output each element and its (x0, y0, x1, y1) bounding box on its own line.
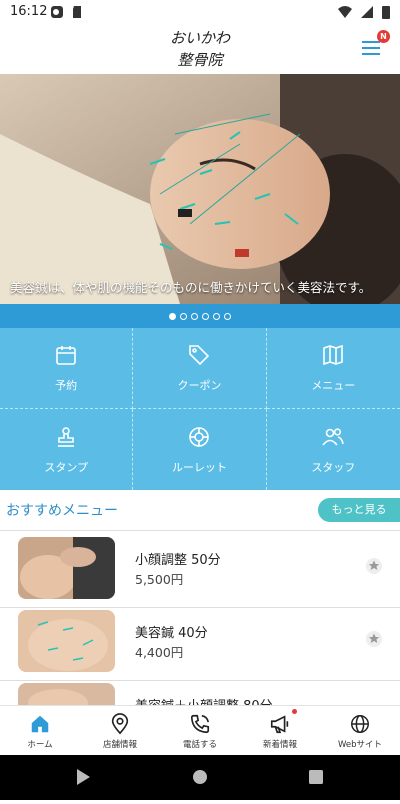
home-system-icon[interactable] (193, 770, 207, 784)
back-icon[interactable] (77, 769, 90, 785)
menu-item-name: 美容鍼 40分 (135, 626, 208, 641)
svg-text:整骨院: 整骨院 (177, 51, 224, 69)
map-icon (323, 344, 344, 366)
menu-item-price: 4,400円 (135, 645, 184, 660)
bottom-navigation: ホーム 店舗情報 電話する 新着情報 Webサイト (0, 705, 400, 756)
recommended-header: おすすめメニュー もっと見る (0, 490, 400, 531)
favorite-star-icon[interactable] (366, 558, 382, 574)
calendar-icon (56, 346, 76, 365)
carousel-dot[interactable] (224, 312, 231, 320)
see-more-button[interactable]: もっと見る (318, 498, 400, 522)
sd-card-icon (73, 6, 81, 18)
status-bar: 16:12 (0, 0, 400, 24)
megaphone-icon (270, 714, 289, 733)
grid-item-coupon[interactable]: クーポン (133, 328, 267, 409)
battery-icon (382, 6, 390, 19)
hamburger-menu-button[interactable]: N (360, 30, 390, 60)
grid-item-label: メニュー (311, 379, 356, 392)
grid-item-roulette[interactable]: ルーレット (133, 409, 267, 490)
nav-label: 店舗情報 (102, 739, 137, 750)
grid-item-label: スタッフ (311, 460, 356, 474)
carousel-dot[interactable] (202, 312, 209, 320)
nav-store-info[interactable]: 店舗情報 (80, 706, 160, 756)
nav-label: 新着情報 (262, 739, 297, 750)
menu-list-item[interactable]: 美容鍼 40分 4,400円 (0, 604, 400, 681)
nav-website[interactable]: Webサイト (320, 706, 400, 756)
grid-item-menu[interactable]: メニュー (266, 328, 400, 409)
stamp-icon (58, 426, 75, 447)
grid-item-label: ルーレット (171, 460, 227, 474)
hero-banner[interactable]: 美容鍼は、体や肌の機能そのものに働きかけていく美容法です。 (0, 74, 400, 304)
nav-news[interactable]: 新着情報 (240, 706, 320, 756)
hero-caption: 美容鍼は、体や肌の機能そのものに働きかけていく美容法です。 (10, 280, 372, 295)
nav-call[interactable]: 電話する (160, 706, 240, 756)
menu-item-name: 小顔調整 50分 (135, 553, 221, 568)
svg-text:おいかわ: おいかわ (170, 29, 231, 47)
menu-list-item[interactable]: 小顔調整 50分 5,500円 (0, 531, 400, 608)
feature-grid: 予約 クーポン メニュー スタンプ ルーレット スタッフ (0, 328, 400, 490)
grid-item-label: スタンプ (44, 460, 88, 474)
location-icon (111, 712, 129, 734)
new-badge: N (377, 30, 390, 43)
grid-item-label: クーポン (177, 379, 222, 392)
home-icon (31, 715, 49, 732)
users-icon (322, 427, 345, 446)
hero-photo (0, 74, 400, 304)
carousel-dot[interactable] (213, 312, 220, 320)
grid-item-reservation[interactable]: 予約 (0, 328, 134, 409)
menu-thumbnail (18, 537, 115, 599)
tag-icon (189, 345, 210, 366)
signal-icon (361, 6, 373, 18)
grid-item-staff[interactable]: スタッフ (267, 409, 400, 490)
favorite-star-icon[interactable] (366, 631, 382, 647)
grid-item-stamp[interactable]: スタンプ (0, 409, 134, 490)
carousel-dot[interactable] (180, 312, 187, 320)
carousel-dot[interactable] (191, 312, 198, 320)
status-time: 16:12 (10, 4, 48, 19)
carousel-indicator (0, 304, 400, 328)
menu-item-price: 5,500円 (135, 572, 184, 587)
section-title: おすすめメニュー (6, 503, 118, 519)
grid-item-label: 予約 (55, 379, 78, 392)
nav-label: Webサイト (337, 739, 383, 750)
nav-home[interactable]: ホーム (0, 706, 80, 756)
phone-icon (190, 714, 210, 733)
menu-thumbnail (18, 610, 115, 672)
carousel-dot[interactable] (169, 312, 176, 320)
nav-label: ホーム (27, 739, 53, 750)
system-navigation-bar (0, 755, 400, 800)
news-notification-dot (292, 709, 297, 714)
notification-icon (51, 6, 63, 18)
globe-icon (351, 714, 369, 733)
recents-icon[interactable] (309, 770, 323, 784)
app-logo: おいかわ 整骨院 (170, 29, 231, 69)
roulette-icon (189, 426, 210, 447)
app-header: おいかわ 整骨院 N (0, 24, 400, 74)
nav-label: 電話する (182, 739, 217, 750)
wifi-icon (338, 6, 352, 18)
